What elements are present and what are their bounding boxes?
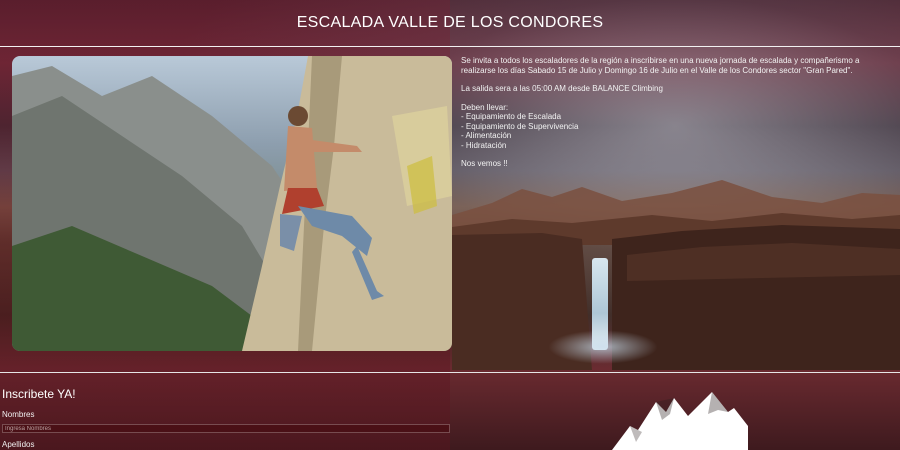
- event-invite-text: Se invita a todos los escaladores de la …: [461, 56, 860, 75]
- bring-item: - Alimentación: [461, 131, 512, 140]
- event-departure-text: La salida sera a las 05:00 AM desde BALA…: [461, 84, 663, 93]
- bring-list: - Equipamiento de Escalada - Equipamient…: [461, 112, 896, 150]
- bring-item: - Equipamiento de Supervivencia: [461, 121, 579, 131]
- bring-item: - Equipamiento de Escalada: [461, 112, 562, 121]
- form-title: Inscribete YA!: [2, 387, 76, 401]
- names-input[interactable]: [2, 424, 450, 433]
- lastname-label: Apellidos: [2, 440, 35, 449]
- event-description: Se invita a todos los escaladores de la …: [461, 56, 896, 178]
- mountain-logo-icon: [612, 392, 748, 450]
- section-divider: [0, 372, 900, 373]
- bring-heading: Deben llevar:: [461, 102, 509, 112]
- page-header: ESCALADA VALLE DE LOS CONDORES: [0, 0, 900, 46]
- names-label: Nombres: [2, 410, 35, 419]
- climber-photo: [12, 56, 452, 351]
- header-divider: [0, 46, 900, 47]
- page-title: ESCALADA VALLE DE LOS CONDORES: [296, 14, 604, 31]
- waterfall-mist: [548, 330, 658, 364]
- climber-photo-illustration: [12, 56, 452, 351]
- background-cliffs: [452, 225, 900, 370]
- closing-text: Nos vemos !!: [461, 159, 508, 168]
- bring-item: - Hidratación: [461, 140, 507, 150]
